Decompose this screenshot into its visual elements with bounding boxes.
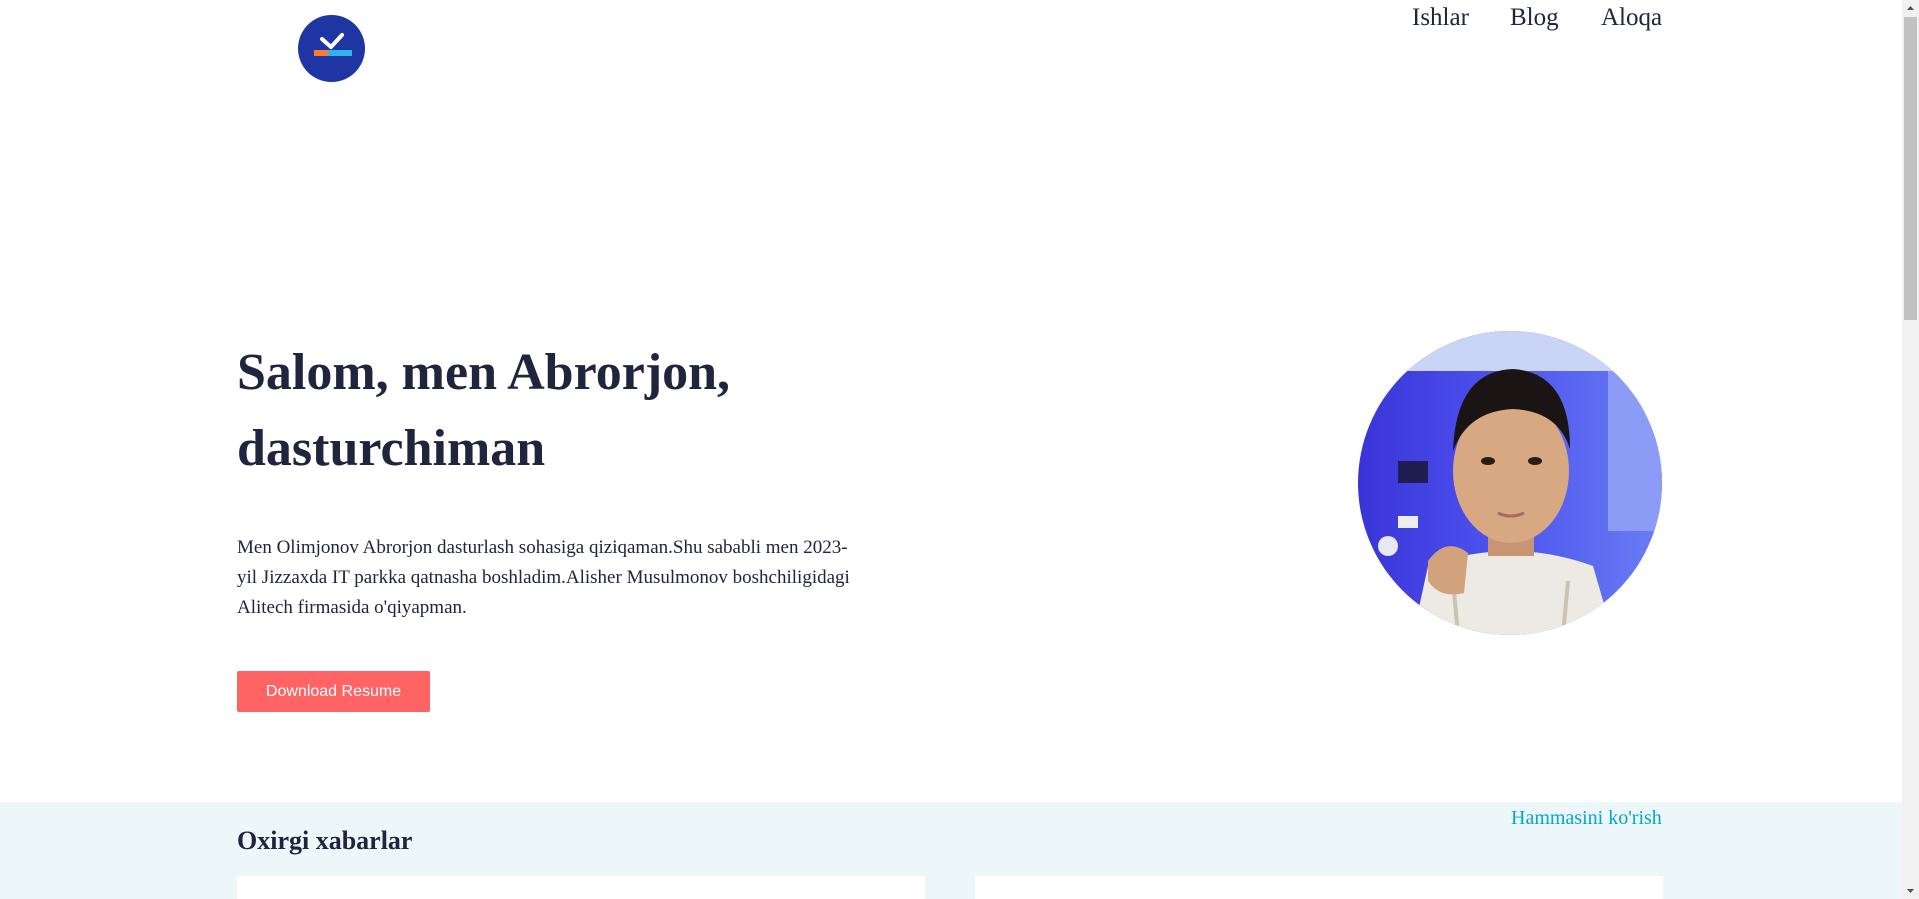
news-section-title: Oxirgi xabarlar (237, 826, 413, 855)
nav-item-ishlar[interactable]: Ishlar (1412, 2, 1469, 34)
nav-item-blog[interactable]: Blog (1510, 2, 1559, 34)
vertical-scrollbar[interactable] (1902, 0, 1919, 899)
profile-photo (1358, 331, 1662, 635)
nav-item-aloqa[interactable]: Aloqa (1601, 2, 1662, 34)
hero-title: Salom, men Abrorjon, dasturchiman (237, 344, 731, 477)
hero-description: Men Olimjonov Abrorjon dasturlash sohasi… (237, 537, 850, 618)
download-resume-button[interactable]: Download Resume (237, 671, 430, 712)
brand-logo-icon[interactable] (298, 15, 365, 82)
news-card[interactable] (237, 876, 925, 899)
scroll-up-icon[interactable] (1902, 0, 1919, 17)
see-all-link[interactable]: Hammasini ko'rish (1511, 804, 1662, 832)
scrollbar-thumb[interactable] (1904, 17, 1917, 320)
page: Ishlar Blog Aloqa Salom, men Abrorjon, d… (0, 0, 1902, 899)
scroll-down-icon[interactable] (1902, 882, 1919, 899)
news-card[interactable] (975, 876, 1663, 899)
latest-news-section: Oxirgi xabarlar Hammasini ko'rish (0, 802, 1902, 899)
